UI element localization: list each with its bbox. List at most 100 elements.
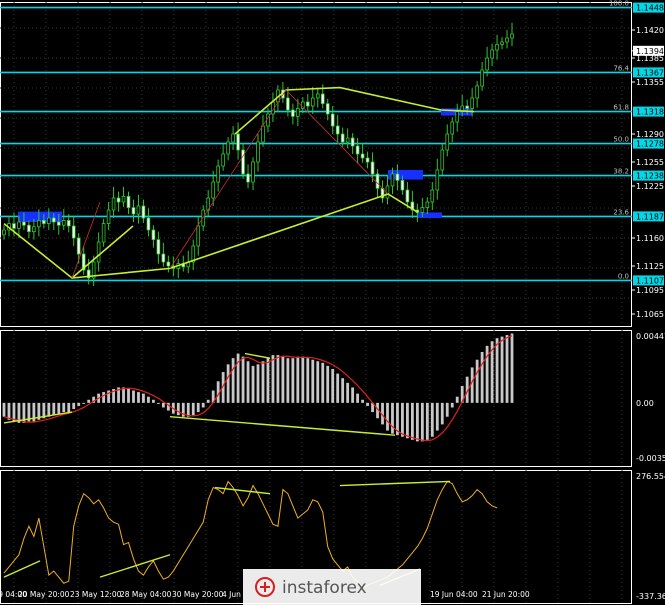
candle-body bbox=[106, 209, 111, 225]
candle-body bbox=[440, 149, 445, 171]
candle-body bbox=[430, 189, 435, 203]
candle-body bbox=[37, 219, 41, 228]
osc-bar bbox=[62, 402, 66, 413]
osc-bar bbox=[410, 402, 414, 440]
price-tick-label: 1.1160 bbox=[636, 234, 664, 243]
trading-chart: 100.0 76.4 61.8 50.0 38.2 23.6 0.0 1.1420 1.139… bbox=[0, 0, 665, 605]
osc-bar bbox=[82, 402, 86, 404]
osc-bar bbox=[251, 365, 255, 403]
candle-body bbox=[246, 173, 250, 183]
candle-body bbox=[480, 69, 484, 87]
osc-bar bbox=[52, 402, 56, 416]
price-tick-label: 1.1125 bbox=[636, 262, 664, 271]
candle-body bbox=[420, 207, 425, 213]
candle-body bbox=[325, 103, 330, 115]
osc-bar bbox=[440, 402, 444, 425]
candle-body bbox=[56, 221, 61, 226]
candle-body bbox=[306, 101, 310, 107]
candle-body bbox=[340, 133, 345, 143]
candle-body bbox=[450, 121, 455, 135]
fib-price-label: 1.1238 bbox=[636, 172, 664, 181]
fib-ratio-label: 38.2 bbox=[613, 168, 629, 176]
candle-body bbox=[42, 219, 46, 224]
osc-bar bbox=[316, 361, 320, 403]
osc-bar bbox=[122, 387, 125, 403]
osc-bar bbox=[87, 399, 91, 403]
osc-bar bbox=[336, 373, 340, 403]
osc-bar bbox=[266, 358, 270, 403]
price-tick-label: 1.1255 bbox=[636, 158, 664, 167]
watermark: instaforex bbox=[243, 569, 421, 605]
osc-bar bbox=[415, 402, 419, 442]
osc-bar bbox=[67, 402, 71, 413]
osc-bar bbox=[425, 402, 429, 440]
fib-ratio-label: 0.0 bbox=[618, 272, 629, 280]
osc-tick-label: 0.00 bbox=[636, 399, 654, 408]
osc-bar bbox=[475, 359, 479, 403]
osc-bar bbox=[296, 356, 300, 403]
candle-body bbox=[465, 105, 469, 109]
candle-body bbox=[500, 41, 504, 45]
osc-bar bbox=[406, 402, 409, 439]
osc-bar bbox=[500, 336, 504, 403]
time-tick-label: 28 May 04:00 bbox=[120, 590, 172, 599]
price-tick-label: 1.1065 bbox=[636, 310, 664, 319]
fib-ratio-label: 61.8 bbox=[613, 104, 629, 112]
osc-bar bbox=[206, 399, 210, 403]
candle-body bbox=[27, 224, 31, 232]
candle-body bbox=[291, 109, 295, 117]
osc-bar bbox=[156, 402, 160, 404]
osc-bar bbox=[132, 390, 135, 403]
time-tick-label: 21 Jun 20:00 bbox=[482, 590, 530, 599]
watermark-text: instaforex bbox=[282, 578, 367, 598]
candle-body bbox=[370, 161, 375, 175]
candle-body bbox=[151, 229, 156, 241]
candle-body bbox=[315, 93, 320, 99]
osc-bar bbox=[470, 367, 474, 403]
candle-body bbox=[231, 133, 235, 143]
osc-bar bbox=[391, 402, 394, 434]
price-tick-label: 1.1290 bbox=[636, 130, 664, 139]
candle-body bbox=[455, 111, 460, 123]
osc-bar bbox=[161, 402, 165, 408]
fib-price-label: 1.1187 bbox=[636, 212, 664, 221]
candle-body bbox=[490, 49, 494, 59]
candle-body bbox=[131, 207, 136, 215]
time-tick-label: 20 May 20:00 bbox=[18, 590, 70, 599]
osc-bar bbox=[346, 382, 350, 403]
osc-bar bbox=[196, 402, 200, 413]
osc-bar bbox=[201, 402, 205, 408]
candle-body bbox=[330, 113, 335, 127]
candle-body bbox=[495, 44, 499, 51]
candle-body bbox=[335, 125, 340, 135]
time-tick-label: 30 May 20:00 bbox=[172, 590, 224, 599]
fib-price-label: 1.1367 bbox=[636, 68, 664, 77]
candle-body bbox=[196, 225, 201, 247]
osc-bar bbox=[127, 388, 130, 403]
candle-body bbox=[435, 169, 440, 191]
candle-body bbox=[161, 253, 166, 263]
osc-bar bbox=[301, 356, 305, 403]
osc-bar bbox=[311, 359, 315, 403]
candle-body bbox=[96, 241, 101, 263]
candle-body bbox=[261, 125, 265, 143]
osc-bar bbox=[271, 355, 275, 403]
osc-bar bbox=[351, 387, 355, 403]
osc-bar bbox=[176, 402, 180, 416]
candle-body bbox=[156, 239, 161, 255]
osc-bar bbox=[72, 402, 76, 410]
osc-bar bbox=[7, 402, 11, 420]
fib-ratio-label: 50.0 bbox=[613, 136, 629, 144]
candle-body bbox=[390, 173, 395, 187]
osc-bar bbox=[495, 338, 499, 403]
osc-bar bbox=[77, 402, 81, 406]
candle-body bbox=[141, 205, 146, 219]
candle-body bbox=[116, 197, 121, 203]
candle-body bbox=[251, 161, 255, 183]
osc-bar bbox=[450, 402, 454, 408]
candle-body bbox=[310, 97, 315, 107]
osc-bar bbox=[341, 378, 345, 403]
osc-bar bbox=[366, 402, 369, 406]
candle-body bbox=[445, 133, 450, 151]
osc-bar bbox=[191, 402, 195, 416]
